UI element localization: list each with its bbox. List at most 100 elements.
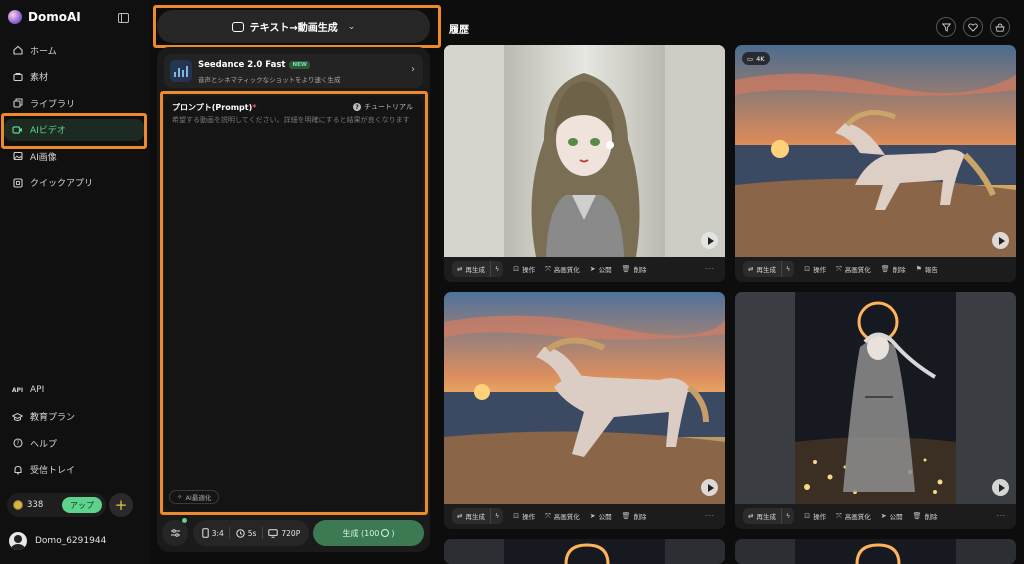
delete-button[interactable]: 🗑 削除 — [913, 511, 938, 521]
video-thumbnail[interactable] — [444, 45, 725, 257]
operate-button[interactable]: ⊡ 操作 — [804, 264, 826, 274]
play-icon[interactable] — [701, 232, 718, 249]
lightning-icon[interactable]: ϟ — [782, 512, 794, 520]
generate-suffix: ) — [391, 528, 395, 538]
prompt-label: プロンプト(Prompt)* — [172, 102, 256, 113]
model-logo-icon — [170, 60, 192, 82]
settings-button[interactable] — [162, 518, 188, 546]
sidebar-item-ai-image[interactable]: AI画像 — [4, 145, 144, 167]
prompt-input[interactable] — [172, 115, 415, 175]
filter-icon — [941, 23, 951, 32]
api-icon: API — [11, 386, 24, 394]
upscale-button[interactable]: ⤧ 高画質化 — [545, 511, 580, 522]
card-action-bar: ⇄ 再生成 ϟ ⊡ 操作 ⤧ 高画質化 ➤ 公開 🗑 削除 ··· — [444, 257, 725, 281]
video-options[interactable]: 3:4 5s 720P — [193, 520, 309, 546]
history-card[interactable]: ⇄ 再生成 ϟ ⊡ 操作 ⤧ 高画質化 ➤ 公開 🗑 削除 ··· — [444, 45, 725, 282]
filter-button[interactable] — [936, 17, 956, 37]
upgrade-button[interactable]: アップ — [62, 497, 102, 513]
divider — [261, 527, 263, 539]
regenerate-button[interactable]: ⇄ 再生成 — [452, 508, 491, 524]
favorites-button[interactable] — [963, 17, 983, 37]
trash-icon: 🗑 — [621, 512, 631, 520]
repeat-icon: ⇄ — [457, 265, 463, 273]
sidebar-item-library[interactable]: ライブラリ — [4, 92, 144, 114]
user-profile[interactable]: Domo_6291944 — [9, 532, 106, 550]
generate-button[interactable]: 生成 (100 ) — [313, 520, 424, 546]
regenerate-label: 再生成 — [756, 266, 776, 274]
duration-option[interactable]: 5s — [236, 529, 256, 538]
upscale-button[interactable]: ⤧ 高画質化 — [836, 264, 871, 275]
regenerate-button[interactable]: ⇄ 再生成 — [743, 508, 782, 524]
history-card-partial[interactable] — [444, 539, 725, 564]
video-thumbnail[interactable]: ▭ 4K — [735, 45, 1016, 257]
repeat-icon: ⇄ — [457, 512, 463, 520]
bucket-button[interactable] — [990, 17, 1010, 37]
regenerate-button[interactable]: ⇄ 再生成 — [743, 261, 782, 277]
upscale-button[interactable]: ⤧ 高画質化 — [836, 511, 871, 522]
play-icon[interactable] — [992, 479, 1009, 496]
sidebar-item-ai-video[interactable]: AIビデオ — [4, 118, 144, 141]
card-action-bar: ⇄ 再生成 ϟ ⊡ 操作 ⤧ 高画質化 🗑 削除 ⚑ 報告 — [735, 257, 1016, 281]
sidebar-item-label: ホーム — [30, 46, 57, 57]
history-card-partial[interactable] — [735, 539, 1016, 564]
publish-label: 公開 — [889, 513, 903, 521]
resolution-option[interactable]: 720P — [268, 529, 300, 538]
history-card[interactable]: ⇄ 再生成 ϟ ⊡ 操作 ⤧ 高画質化 ➤ 公開 🗑 削除 ··· — [735, 292, 1016, 529]
video-thumbnail[interactable] — [444, 292, 725, 504]
assets-icon — [12, 71, 23, 82]
sidebar-item-quick-apps[interactable]: クイックアプリ — [4, 172, 144, 194]
aspect-ratio-option[interactable]: 3:4 — [202, 528, 224, 538]
sidebar-item-home[interactable]: ホーム — [4, 39, 144, 61]
operate-button[interactable]: ⊡ 操作 — [513, 511, 535, 521]
sidebar-collapse-icon[interactable] — [118, 13, 129, 23]
publish-button[interactable]: ➤ 公開 — [881, 511, 903, 521]
more-options-icon[interactable]: ··· — [997, 512, 1006, 520]
expand-icon: ⤧ — [836, 511, 842, 520]
more-options-icon[interactable]: ··· — [706, 265, 715, 273]
brand[interactable]: DomoAI — [8, 10, 81, 24]
model-selector[interactable]: Seedance 2.0 Fast NEW 音声とシネマティックなショットをより… — [164, 54, 423, 88]
lightning-icon[interactable]: ϟ — [491, 512, 503, 520]
video-thumbnail — [735, 539, 1016, 564]
add-credits-button[interactable]: + — [109, 493, 133, 517]
more-options-icon[interactable]: ··· — [706, 512, 715, 520]
plus-icon: + — [114, 496, 128, 514]
play-icon[interactable] — [701, 479, 718, 496]
sidebar-item-api[interactable]: API API — [4, 379, 144, 401]
publish-button[interactable]: ➤ 公開 — [590, 264, 612, 274]
edit-icon: ⊡ — [513, 512, 520, 520]
publish-button[interactable]: ➤ 公開 — [590, 511, 612, 521]
chevron-right-icon: › — [411, 64, 415, 75]
sidebar-item-education[interactable]: 教育プラン — [4, 406, 144, 428]
secondary-nav: API API 教育プラン ? ヘルプ 受信トレイ — [4, 379, 144, 485]
quality-badge-label: 4K — [756, 54, 765, 63]
upscale-button[interactable]: ⤧ 高画質化 — [545, 264, 580, 275]
question-icon: ? — [353, 103, 362, 111]
regenerate-button[interactable]: ⇄ 再生成 — [452, 261, 491, 277]
delete-button[interactable]: 🗑 削除 — [881, 264, 906, 274]
generation-mode-select[interactable]: テキスト→動画生成 ⌄ — [157, 10, 430, 43]
upscale-label: 高画質化 — [844, 266, 871, 274]
svg-text:?: ? — [16, 440, 19, 447]
apps-icon — [12, 177, 23, 188]
history-card[interactable]: ▭ 4K ⇄ 再生成 ϟ ⊡ 操作 ⤧ 高画質化 🗑 削除 ⚑ 報告 — [735, 45, 1016, 282]
sidebar-item-inbox[interactable]: 受信トレイ — [4, 459, 144, 481]
report-button[interactable]: ⚑ 報告 — [916, 264, 938, 274]
delete-button[interactable]: 🗑 削除 — [622, 264, 647, 274]
sidebar-item-assets[interactable]: 素材 — [4, 66, 144, 88]
video-thumbnail[interactable] — [735, 292, 1016, 504]
play-icon[interactable] — [992, 232, 1009, 249]
sidebar-item-help[interactable]: ? ヘルプ — [4, 432, 144, 454]
operate-button[interactable]: ⊡ 操作 — [513, 264, 535, 274]
history-card[interactable]: ⇄ 再生成 ϟ ⊡ 操作 ⤧ 高画質化 ➤ 公開 🗑 削除 ··· — [444, 292, 725, 529]
tutorial-link[interactable]: ? チュートリアル — [353, 102, 413, 112]
resolution-value: 720P — [281, 528, 301, 538]
lightning-icon[interactable]: ϟ — [782, 265, 794, 273]
generation-mode-label: テキスト→動画生成 — [249, 23, 338, 34]
history-title: 履歴 — [449, 25, 469, 36]
library-icon — [12, 98, 23, 109]
operate-button[interactable]: ⊡ 操作 — [804, 511, 826, 521]
ai-optimize-button[interactable]: ✧ AI最適化 — [169, 490, 220, 504]
delete-button[interactable]: 🗑 削除 — [622, 511, 647, 521]
lightning-icon[interactable]: ϟ — [491, 265, 503, 273]
